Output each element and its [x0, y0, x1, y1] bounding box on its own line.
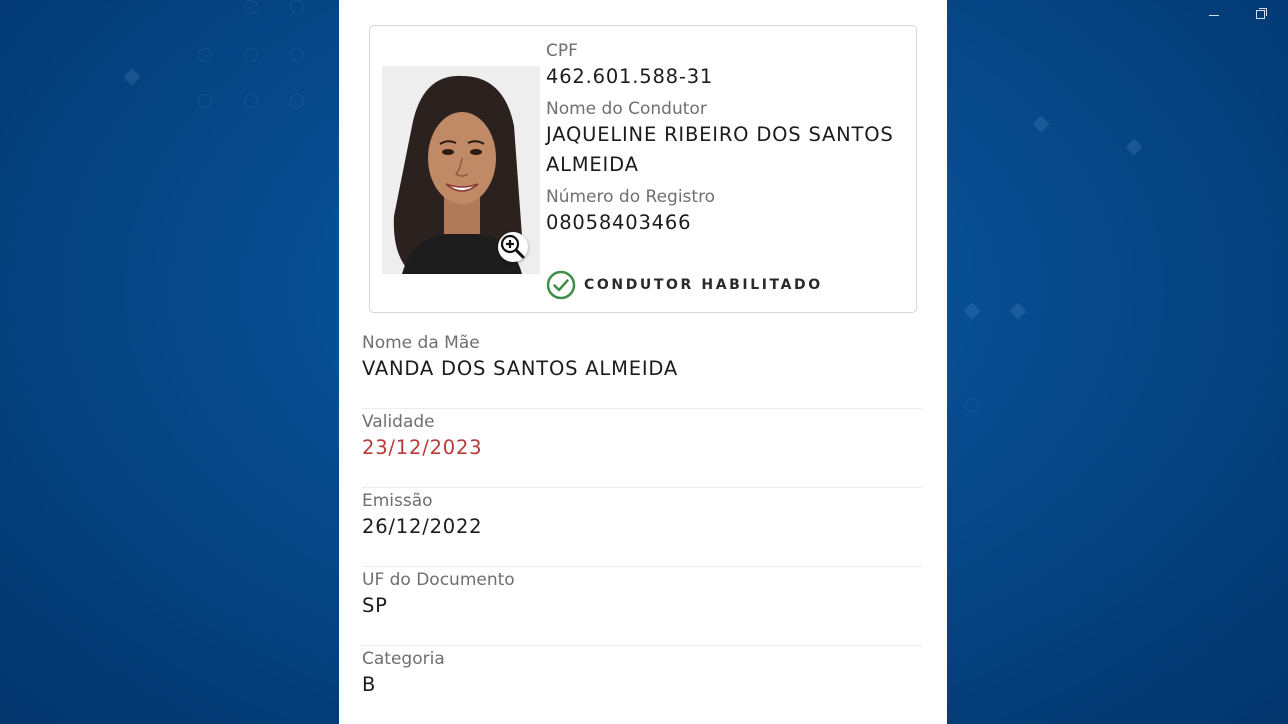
document-state-label: UF do Documento — [362, 570, 515, 590]
mother-name-value: VANDA DOS SANTOS ALMEIDA — [362, 357, 678, 380]
check-circle-icon — [546, 270, 576, 300]
driver-id-card: CPF 462.601.588-31 Nome do Condutor JAQU… — [369, 25, 917, 313]
cpf-field: CPF 462.601.588-31 — [546, 40, 906, 92]
zoom-in-icon[interactable] — [498, 232, 528, 262]
license-details: Nome da Mãe VANDA DOS SANTOS ALMEIDA Val… — [362, 330, 922, 724]
cpf-value: 462.601.588-31 — [546, 65, 714, 88]
card-info: CPF 462.601.588-31 Nome do Condutor JAQU… — [546, 40, 906, 241]
restore-icon[interactable] — [1252, 6, 1268, 22]
driver-name-value-line2: ALMEIDA — [546, 153, 639, 176]
registry-value: 08058403466 — [546, 211, 692, 234]
issue-date-label: Emissão — [362, 491, 433, 511]
driver-name-field: Nome do Condutor JAQUELINE RIBEIRO DOS S… — [546, 98, 906, 180]
cpf-label: CPF — [546, 41, 578, 61]
license-panel: CPF 462.601.588-31 Nome do Condutor JAQU… — [339, 0, 947, 724]
category-value: B — [362, 673, 377, 696]
validity-value: 23/12/2023 — [362, 436, 483, 459]
issue-date-field: Emissão 26/12/2022 — [362, 488, 922, 567]
license-status: CONDUTOR HABILITADO — [546, 270, 823, 300]
mother-name-label: Nome da Mãe — [362, 333, 480, 353]
status-text: CONDUTOR HABILITADO — [584, 277, 823, 293]
category-label: Categoria — [362, 649, 445, 669]
category-field: Categoria B — [362, 646, 922, 724]
driver-name-value-line1: JAQUELINE RIBEIRO DOS SANTOS — [546, 123, 894, 146]
minimize-icon[interactable] — [1206, 6, 1222, 22]
mother-name-field: Nome da Mãe VANDA DOS SANTOS ALMEIDA — [362, 330, 922, 409]
driver-name-label: Nome do Condutor — [546, 99, 707, 119]
registry-label: Número do Registro — [546, 187, 716, 207]
issue-date-value: 26/12/2022 — [362, 515, 483, 538]
validity-field: Validade 23/12/2023 — [362, 409, 922, 488]
window-controls — [1206, 6, 1268, 22]
document-state-value: SP — [362, 594, 388, 617]
document-state-field: UF do Documento SP — [362, 567, 922, 646]
validity-label: Validade — [362, 412, 435, 432]
registry-field: Número do Registro 08058403466 — [546, 186, 906, 238]
